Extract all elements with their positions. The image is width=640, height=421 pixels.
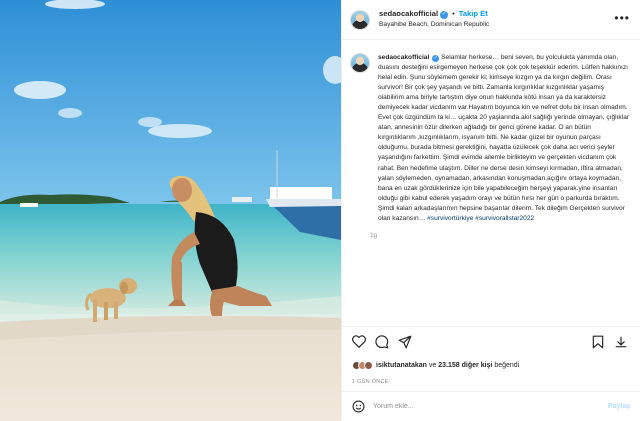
likes-count-link[interactable]: 23.158 diğer kişi xyxy=(438,362,492,369)
likes-row: isiktutanatakan ve 23.158 diğer kişi beğ… xyxy=(352,361,519,370)
avatar[interactable] xyxy=(350,9,370,30)
share-icon[interactable] xyxy=(398,335,412,349)
liker-avatar xyxy=(364,361,373,370)
verified-icon: ✓ xyxy=(432,54,440,62)
post-timestamp[interactable]: 1 GÜN ÖNCE xyxy=(342,374,640,391)
caption: sedaocakofficial ✓ Selamlar herkese… beni… xyxy=(350,53,630,239)
comments-area[interactable]: sedaocakofficial ✓ Selamlar herkese… beni… xyxy=(342,40,640,326)
heart-icon[interactable] xyxy=(352,335,366,348)
hashtag-link[interactable]: #survivortürkiye xyxy=(427,215,473,222)
caption-username[interactable]: sedaocakofficial xyxy=(378,54,429,61)
add-comment-bar: Paylaş xyxy=(342,391,640,421)
post-header-text: sedaocakofficial ✓ • Takip Et Bayahibe B… xyxy=(379,10,489,28)
post-comment-button[interactable]: Paylaş xyxy=(608,403,630,410)
action-bar: isiktutanatakan ve 23.158 diğer kişi beğ… xyxy=(342,326,640,374)
post-header: sedaocakofficial ✓ • Takip Et Bayahibe B… xyxy=(342,0,640,40)
post-photo[interactable] xyxy=(0,0,341,421)
caption-avatar[interactable] xyxy=(350,53,370,73)
hashtag-link[interactable]: #survivorallstar2022 xyxy=(475,215,534,222)
caption-age: 1g xyxy=(370,231,378,239)
save-icon[interactable] xyxy=(592,335,604,349)
likes-suffix: beğendi xyxy=(494,362,520,369)
likes-text: isiktutanatakan ve 23.158 diğer kişi beğ… xyxy=(376,362,519,369)
location-link[interactable]: Bayahibe Beach, Dominican Republic xyxy=(379,21,489,29)
follow-button[interactable]: Takip Et xyxy=(459,10,488,19)
comment-icon[interactable] xyxy=(375,335,389,349)
caption-text: Selamlar herkese… beni seven, bu yolculu… xyxy=(378,54,630,222)
more-icon[interactable]: ••• xyxy=(614,12,630,24)
verified-icon: ✓ xyxy=(440,10,449,19)
header-separator: • xyxy=(452,9,455,19)
post-modal: sedaocakofficial ✓ • Takip Et Bayahibe B… xyxy=(0,0,640,421)
caption-body: sedaocakofficial ✓ Selamlar herkese… beni… xyxy=(378,53,630,224)
header-username[interactable]: sedaocakofficial xyxy=(379,10,438,19)
comment-input[interactable] xyxy=(373,403,608,410)
download-icon[interactable] xyxy=(614,335,628,349)
beach-photo-image xyxy=(0,0,341,421)
liker-username[interactable]: isiktutanatakan xyxy=(376,362,427,369)
emoji-icon[interactable] xyxy=(352,400,365,413)
post-side-panel: sedaocakofficial ✓ • Takip Et Bayahibe B… xyxy=(341,0,640,421)
likes-connector: ve xyxy=(428,362,437,369)
